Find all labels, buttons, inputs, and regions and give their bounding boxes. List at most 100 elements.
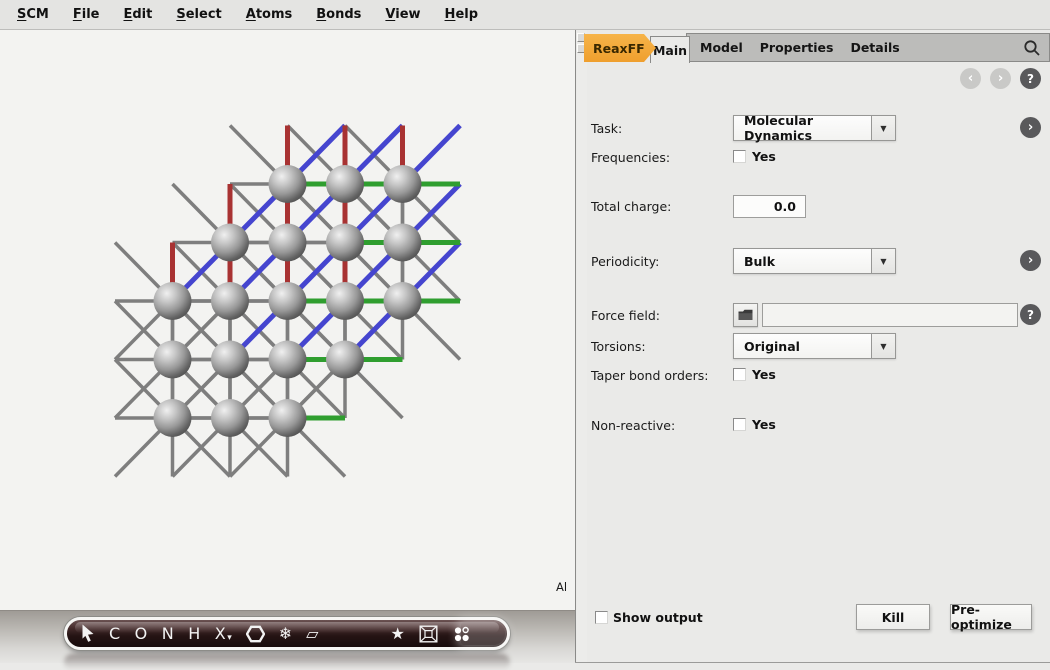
- molecule-viewport[interactable]: Al CONHX▾❄▱★: [0, 30, 576, 662]
- al-atom[interactable]: [269, 165, 307, 203]
- display-mode-tool[interactable]: [452, 620, 471, 647]
- menu-edit[interactable]: Edit: [114, 3, 161, 26]
- sash-handle[interactable]: [577, 44, 585, 53]
- favorites-tool-icon: ★: [390, 626, 404, 642]
- frequencies-checkbox[interactable]: [733, 150, 746, 163]
- atom-type-label: Al: [556, 580, 567, 594]
- show-output-checkbox[interactable]: [595, 611, 608, 624]
- plane-tool-icon: ▱: [306, 626, 318, 642]
- tabbar: Model Properties Details: [686, 33, 1050, 62]
- ring-tool[interactable]: [246, 620, 265, 647]
- frame-icon: [419, 625, 438, 643]
- folder-icon: [738, 309, 753, 321]
- search-icon[interactable]: [1023, 39, 1041, 57]
- element-n[interactable]: N: [162, 620, 174, 647]
- periodicity-label: Periodicity:: [591, 254, 659, 269]
- panel-help-icon[interactable]: ?: [1020, 68, 1041, 89]
- menubar: SCM FileEdit Select AtomsBonds View Help: [0, 0, 1050, 30]
- periodicity-select[interactable]: Bulk ▼: [733, 248, 896, 274]
- torsions-label: Torsions:: [591, 339, 646, 354]
- tab-model[interactable]: Model: [700, 40, 743, 55]
- element-c[interactable]: C: [109, 620, 121, 647]
- tab-properties[interactable]: Properties: [760, 40, 834, 55]
- show-output-label: Show output: [613, 610, 703, 625]
- element-c-label: C: [109, 624, 121, 643]
- pre-optimize-button[interactable]: Pre-optimize: [950, 604, 1032, 630]
- element-x-label: X: [215, 624, 226, 643]
- al-atom[interactable]: [384, 165, 422, 203]
- total-charge-input[interactable]: [733, 195, 806, 218]
- task-detail-icon[interactable]: ›: [1020, 117, 1041, 138]
- element-o-label: O: [135, 624, 148, 643]
- history-forward-icon[interactable]: ›: [990, 68, 1011, 89]
- al-atom[interactable]: [326, 224, 364, 262]
- reaxff-badge[interactable]: ReaxFF: [584, 34, 656, 62]
- periodicity-detail-icon[interactable]: ›: [1020, 250, 1041, 271]
- torsions-select[interactable]: Original ▼: [733, 333, 896, 359]
- al-atom[interactable]: [211, 282, 249, 320]
- element-h[interactable]: H: [188, 620, 201, 647]
- al-atom[interactable]: [326, 282, 364, 320]
- element-dropdown-icon[interactable]: ▾: [227, 633, 232, 643]
- al-atom[interactable]: [269, 282, 307, 320]
- application-window: { "menubar": { "items": [ {"label": "SCM…: [0, 0, 1050, 662]
- optimize-tool-icon: ❄: [279, 626, 292, 642]
- al-atom[interactable]: [384, 282, 422, 320]
- frequencies-yes-label: Yes: [752, 149, 776, 164]
- menu-view[interactable]: View: [376, 3, 429, 26]
- al-atom[interactable]: [269, 399, 307, 437]
- menu-file[interactable]: File: [64, 3, 109, 26]
- force-field-label: Force field:: [591, 308, 660, 323]
- frequencies-label: Frequencies:: [591, 150, 670, 165]
- al-atom[interactable]: [211, 399, 249, 437]
- viewbox-tool[interactable]: [419, 620, 438, 647]
- menu-help[interactable]: Help: [436, 3, 487, 26]
- al-atom[interactable]: [211, 341, 249, 379]
- element-x[interactable]: X▾: [215, 620, 232, 647]
- taper-yes-label: Yes: [752, 367, 776, 382]
- builder-toolbar: CONHX▾❄▱★: [64, 617, 510, 650]
- non-reactive-yes-label: Yes: [752, 417, 776, 432]
- favorites-tool[interactable]: ★: [390, 620, 404, 647]
- menu-scm[interactable]: SCM: [8, 3, 58, 26]
- pointer-tool[interactable]: [80, 620, 95, 647]
- pane-splitter[interactable]: [577, 30, 587, 662]
- dropdown-arrow-icon[interactable]: ▼: [871, 249, 895, 273]
- crystal-structure[interactable]: [0, 30, 576, 666]
- force-field-browse-button[interactable]: [733, 303, 758, 327]
- force-field-input[interactable]: [762, 303, 1018, 327]
- menu-atoms[interactable]: Atoms: [237, 3, 302, 26]
- al-atom[interactable]: [384, 224, 422, 262]
- dropdown-arrow-icon[interactable]: ▼: [871, 116, 895, 140]
- tab-details[interactable]: Details: [850, 40, 899, 55]
- element-n-label: N: [162, 624, 174, 643]
- dropdown-arrow-icon[interactable]: ▼: [871, 334, 895, 358]
- menu-bonds[interactable]: Bonds: [307, 3, 370, 26]
- al-atom[interactable]: [211, 224, 249, 262]
- element-o[interactable]: O: [135, 620, 148, 647]
- al-atom[interactable]: [154, 399, 192, 437]
- al-atom[interactable]: [269, 341, 307, 379]
- reaxff-panel: Model Properties Details Main ReaxFF ‹ ›…: [587, 30, 1050, 662]
- al-atom[interactable]: [326, 165, 364, 203]
- al-atom[interactable]: [154, 282, 192, 320]
- element-h-label: H: [188, 624, 201, 643]
- menu-select[interactable]: Select: [167, 3, 230, 26]
- kill-button[interactable]: Kill: [856, 604, 930, 630]
- plane-tool[interactable]: ▱: [306, 620, 318, 647]
- non-reactive-label: Non-reactive:: [591, 418, 675, 433]
- sash-handle[interactable]: [577, 33, 585, 42]
- taper-checkbox[interactable]: [733, 368, 746, 381]
- dots-icon: [452, 625, 471, 643]
- optimize-tool[interactable]: ❄: [279, 620, 292, 647]
- task-label: Task:: [591, 121, 622, 136]
- history-back-icon[interactable]: ‹: [960, 68, 981, 89]
- force-field-help-icon[interactable]: ?: [1020, 304, 1041, 325]
- al-atom[interactable]: [154, 341, 192, 379]
- non-reactive-checkbox[interactable]: [733, 418, 746, 431]
- tab-main[interactable]: Main: [650, 36, 690, 63]
- al-atom[interactable]: [269, 224, 307, 262]
- taper-bond-orders-label: Taper bond orders:: [591, 368, 708, 383]
- task-select[interactable]: Molecular Dynamics ▼: [733, 115, 896, 141]
- al-atom[interactable]: [326, 341, 364, 379]
